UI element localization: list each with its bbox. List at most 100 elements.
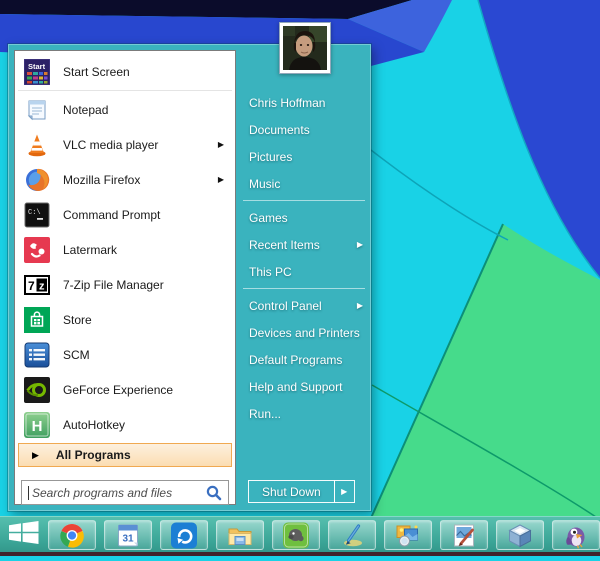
shutdown-button[interactable]: Shut Down — [248, 480, 335, 503]
taskbar: 31 — [0, 516, 600, 556]
menu-item-store[interactable]: Store — [15, 302, 235, 337]
taskbar-button-evernote[interactable] — [272, 520, 320, 550]
start-screen-icon: Start — [24, 59, 50, 85]
menu-item-label: Latermark — [63, 243, 225, 257]
menu-item-autohotkey[interactable]: H AutoHotkey — [15, 407, 235, 442]
taskbar-start-button[interactable] — [4, 520, 44, 550]
svg-text:Start: Start — [28, 62, 46, 71]
store-icon — [24, 307, 50, 333]
all-programs-button[interactable]: ▶ All Programs — [18, 443, 232, 467]
menu-item-label: Default Programs — [249, 353, 363, 367]
file-explorer-icon — [227, 522, 253, 549]
search-box[interactable] — [21, 480, 229, 505]
menu-item-label: 7-Zip File Manager — [63, 278, 225, 292]
menu-item-7-zip-file-manager[interactable]: 7z 7-Zip File Manager — [15, 267, 235, 302]
menu-divider — [243, 288, 365, 289]
menu-item-chris-hoffman[interactable]: Chris Hoffman — [236, 89, 372, 116]
menu-item-devices-and-printers[interactable]: Devices and Printers — [236, 319, 372, 346]
vlc-icon — [24, 132, 50, 158]
geforce-icon — [24, 377, 50, 403]
svg-text:7: 7 — [28, 279, 35, 293]
menu-item-label: AutoHotkey — [63, 418, 225, 432]
menu-item-mozilla-firefox[interactable]: Mozilla Firefox▶ — [15, 162, 235, 197]
menu-item-geforce-experience[interactable]: GeForce Experience — [15, 372, 235, 407]
virtualbox-icon — [507, 522, 533, 549]
menu-item-run[interactable]: Run... — [236, 400, 372, 427]
menu-item-latermark[interactable]: Latermark — [15, 232, 235, 267]
submenu-arrow-icon: ▶ — [341, 487, 347, 496]
menu-item-label: Store — [63, 313, 225, 327]
menu-divider — [243, 200, 365, 201]
start-menu-left-panel: Start Start Screen Notepad VLC media player… — [14, 50, 236, 505]
menu-item-label: Recent Items — [249, 238, 357, 252]
menu-item-control-panel[interactable]: Control Panel▶ — [236, 292, 372, 319]
search-icon[interactable] — [205, 484, 223, 502]
start-menu-right-panel: Chris Hoffman Documents Pictures Music Games… — [236, 45, 372, 510]
autohotkey-icon: H — [24, 412, 50, 438]
menu-item-command-prompt[interactable]: C:\ Command Prompt — [15, 197, 235, 232]
taskbar-button-pidgin[interactable] — [552, 520, 600, 550]
menu-item-label: This PC — [249, 265, 363, 279]
search-input[interactable] — [30, 485, 205, 501]
taskbar-button-file-explorer[interactable] — [216, 520, 264, 550]
menu-item-games[interactable]: Games — [236, 204, 372, 231]
menu-divider — [18, 90, 232, 91]
pidgin-icon — [563, 522, 589, 549]
photo-viewer-icon — [395, 522, 421, 549]
menu-item-label: Pictures — [249, 150, 363, 164]
svg-text:C:\: C:\ — [28, 209, 41, 217]
taskbar-button-pen-tool[interactable] — [328, 520, 376, 550]
submenu-arrow-icon: ▶ — [218, 140, 224, 149]
calendar-icon: 31 — [115, 522, 141, 549]
sync-icon — [171, 522, 197, 549]
text-caret — [28, 486, 29, 500]
submenu-arrow-icon: ▶ — [218, 175, 224, 184]
menu-item-vlc-media-player[interactable]: VLC media player▶ — [15, 127, 235, 162]
menu-item-label: Command Prompt — [63, 208, 225, 222]
submenu-arrow-icon: ▶ — [357, 240, 363, 249]
chrome-icon — [59, 522, 85, 549]
svg-text:31: 31 — [122, 533, 134, 544]
shutdown-options-arrow[interactable]: ▶ — [334, 480, 355, 503]
menu-item-notepad[interactable]: Notepad — [15, 92, 235, 127]
menu-item-label: Notepad — [63, 103, 225, 117]
menu-item-label: GeForce Experience — [63, 383, 225, 397]
taskbar-bottom-edge — [0, 552, 600, 556]
taskbar-button-paint[interactable] — [440, 520, 488, 550]
svg-text:H: H — [32, 418, 43, 435]
start-menu: Start Start Screen Notepad VLC media player… — [8, 44, 371, 511]
menu-item-this-pc[interactable]: This PC — [236, 258, 372, 285]
windows-logo-icon — [9, 521, 39, 549]
firefox-icon — [24, 167, 50, 193]
menu-item-scm[interactable]: SCM — [15, 337, 235, 372]
all-programs-arrow-icon: ▶ — [32, 450, 39, 461]
pen-tool-icon — [339, 522, 365, 549]
user-avatar[interactable] — [279, 22, 331, 74]
search-row — [21, 480, 229, 505]
menu-item-label: Games — [249, 211, 363, 225]
menu-item-recent-items[interactable]: Recent Items▶ — [236, 231, 372, 258]
menu-item-start-screen[interactable]: Start Start Screen — [15, 54, 235, 89]
svg-text:z: z — [39, 280, 45, 292]
shutdown-split-button: Shut Down ▶ — [248, 480, 355, 503]
menu-item-music[interactable]: Music — [236, 170, 372, 197]
menu-item-documents[interactable]: Documents — [236, 116, 372, 143]
menu-item-label: Documents — [249, 123, 363, 137]
menu-item-pictures[interactable]: Pictures — [236, 143, 372, 170]
notepad-icon — [24, 97, 50, 123]
scm-icon — [24, 342, 50, 368]
menu-item-help-and-support[interactable]: Help and Support — [236, 373, 372, 400]
submenu-arrow-icon: ▶ — [357, 301, 363, 310]
menu-item-label: Music — [249, 177, 363, 191]
taskbar-button-sync[interactable] — [160, 520, 208, 550]
right-list: Chris Hoffman Documents Pictures Music Games… — [236, 89, 372, 427]
taskbar-button-virtualbox[interactable] — [496, 520, 544, 550]
menu-item-default-programs[interactable]: Default Programs — [236, 346, 372, 373]
taskbar-button-calendar[interactable]: 31 — [104, 520, 152, 550]
taskbar-button-chrome[interactable] — [48, 520, 96, 550]
cmd-icon: C:\ — [24, 202, 50, 228]
taskbar-button-photo-viewer[interactable] — [384, 520, 432, 550]
menu-item-label: Start Screen — [63, 65, 225, 79]
latermark-icon — [24, 237, 50, 263]
program-list: Start Start Screen Notepad VLC media player… — [15, 54, 235, 442]
